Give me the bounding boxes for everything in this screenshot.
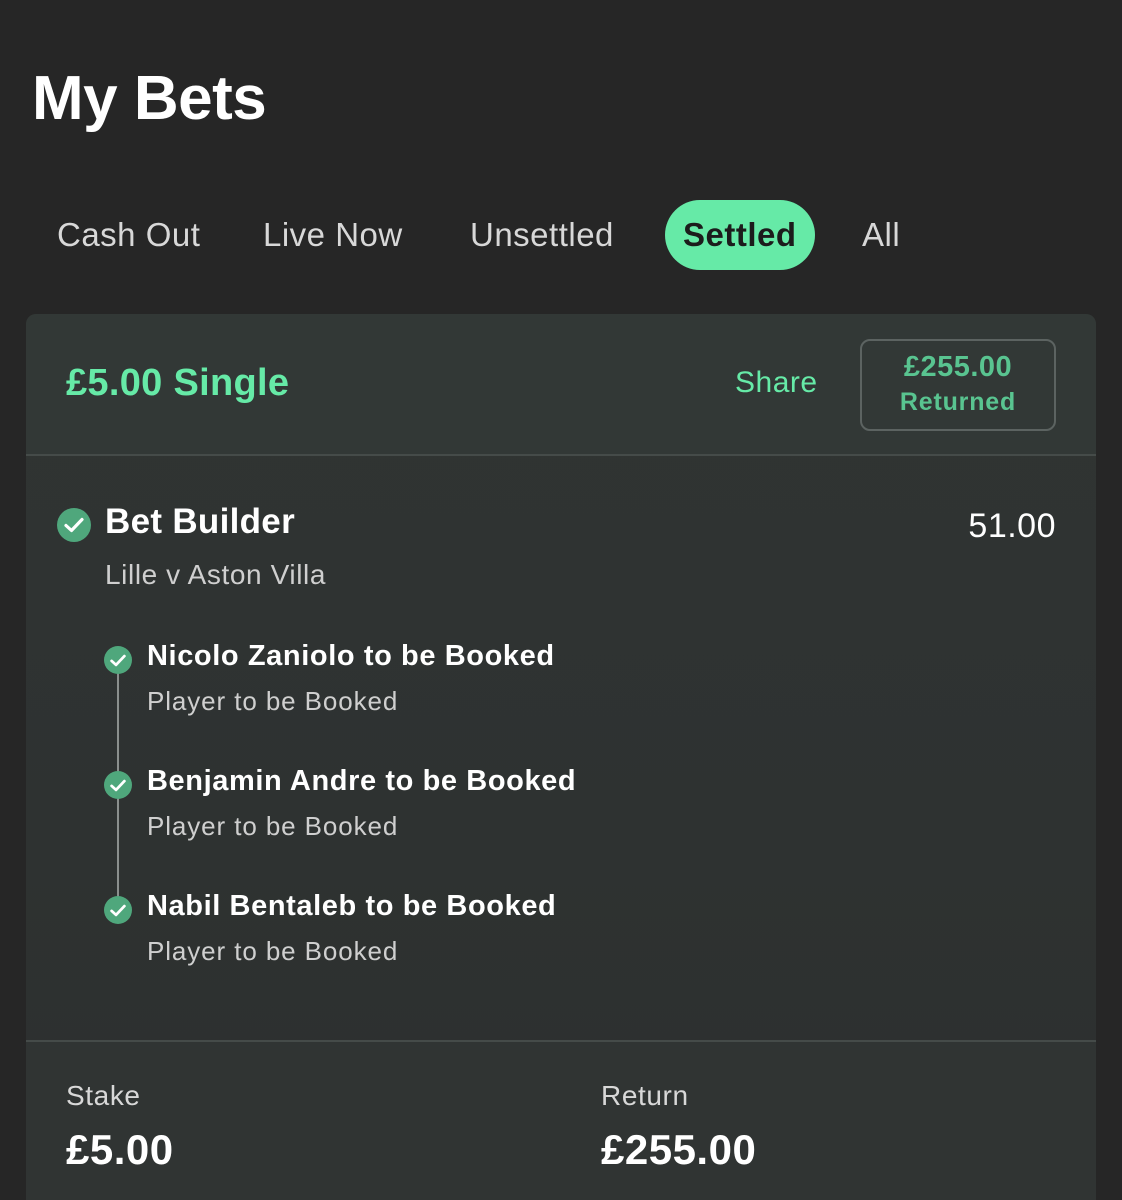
leg-selection: Benjamin Andre to be Booked bbox=[147, 765, 577, 797]
leg-market: Player to be Booked bbox=[147, 936, 399, 966]
bet-odds: 51.00 bbox=[968, 507, 1056, 545]
returned-badge: £255.00 Returned bbox=[860, 339, 1056, 431]
check-circle-icon bbox=[104, 646, 132, 674]
bet-title: £5.00 Single bbox=[66, 362, 290, 404]
tab-live-now[interactable]: Live Now bbox=[263, 200, 403, 270]
my-bets-page: My Bets Cash Out Live Now Unsettled Sett… bbox=[0, 0, 1122, 1200]
bet-builder-title: Bet Builder bbox=[105, 502, 295, 541]
leg-market: Player to be Booked bbox=[147, 811, 399, 841]
leg-selection: Nabil Bentaleb to be Booked bbox=[147, 890, 557, 922]
bet-card-header: £5.00 Single Share £255.00 Returned bbox=[26, 314, 1096, 456]
check-circle-icon bbox=[104, 771, 132, 799]
tab-settled[interactable]: Settled bbox=[665, 200, 815, 270]
check-circle-icon bbox=[104, 896, 132, 924]
tab-cash-out[interactable]: Cash Out bbox=[57, 200, 200, 270]
return-value: £255.00 bbox=[601, 1126, 757, 1173]
returned-label: Returned bbox=[899, 388, 1017, 416]
leg-selection: Nicolo Zaniolo to be Booked bbox=[147, 640, 555, 672]
stake-label: Stake bbox=[66, 1080, 141, 1111]
bet-filter-tabs: Cash Out Live Now Unsettled Settled All bbox=[0, 200, 1122, 270]
share-button[interactable]: Share bbox=[735, 366, 818, 400]
match-name: Lille v Aston Villa bbox=[105, 559, 327, 590]
bet-card: £5.00 Single Share £255.00 Returned Bet … bbox=[26, 314, 1096, 1200]
returned-amount: £255.00 bbox=[903, 351, 1013, 383]
bet-leg: Nicolo Zaniolo to be Booked Player to be… bbox=[26, 632, 1096, 722]
bet-leg: Benjamin Andre to be Booked Player to be… bbox=[26, 757, 1096, 847]
bet-card-footer: Stake £5.00 Return £255.00 bbox=[26, 1040, 1096, 1200]
tab-unsettled[interactable]: Unsettled bbox=[470, 200, 614, 270]
check-circle-icon bbox=[57, 508, 91, 542]
stake-value: £5.00 bbox=[66, 1126, 174, 1173]
leg-market: Player to be Booked bbox=[147, 686, 399, 716]
tab-all[interactable]: All bbox=[862, 200, 900, 270]
bet-leg: Nabil Bentaleb to be Booked Player to be… bbox=[26, 882, 1096, 972]
return-label: Return bbox=[601, 1080, 689, 1111]
page-title: My Bets bbox=[32, 64, 267, 133]
